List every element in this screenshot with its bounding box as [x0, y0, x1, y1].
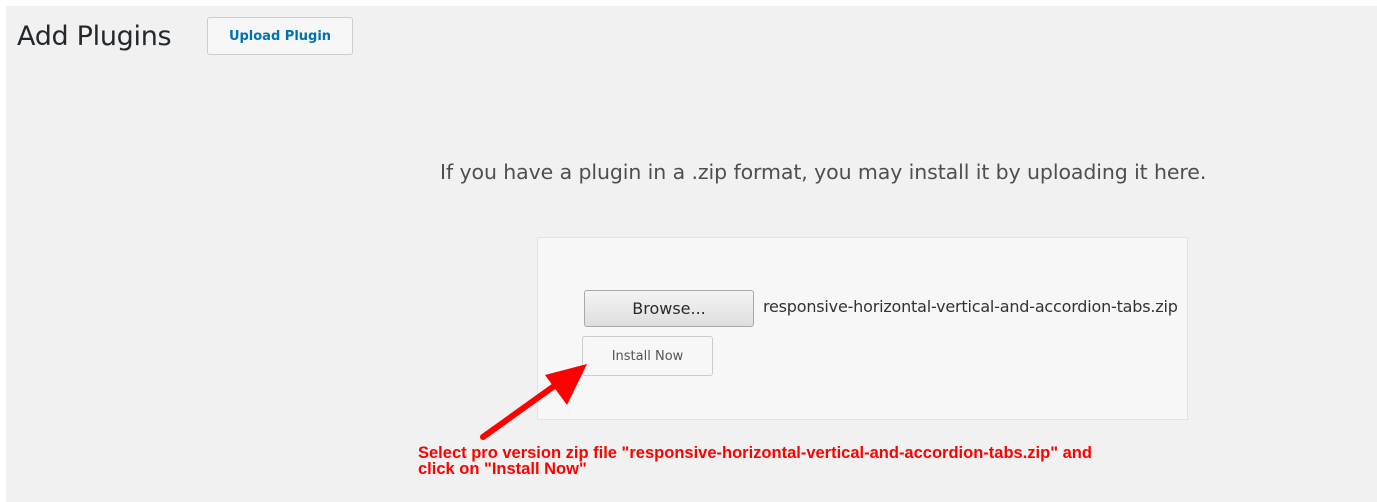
annotation-text: Select pro version zip file "responsive-…: [418, 444, 1338, 478]
annotation-line-1: Select pro version zip file "responsive-…: [418, 444, 1092, 462]
annotation-arrow-icon: [480, 364, 587, 440]
annotation-line-2: click on "Install Now": [418, 460, 587, 478]
